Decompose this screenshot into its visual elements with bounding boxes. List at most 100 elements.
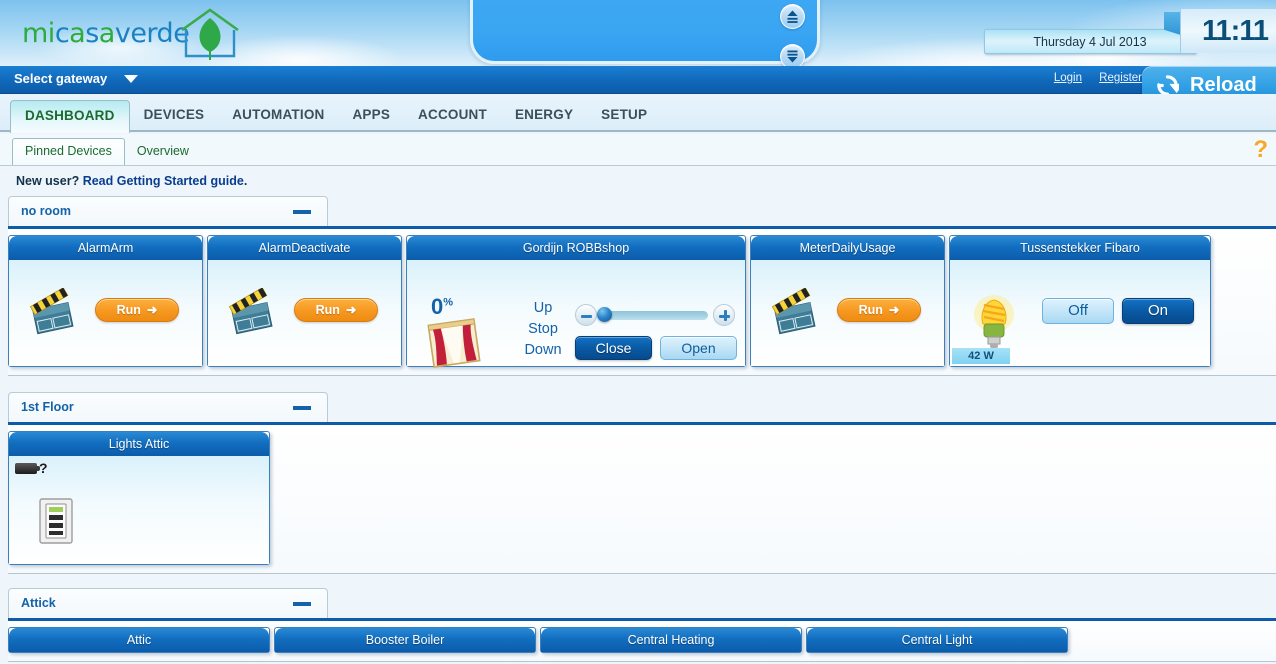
room-strip-filler: [1072, 627, 1276, 653]
tab-automation[interactable]: AUTOMATION: [218, 100, 338, 130]
room-name: Attick: [21, 596, 56, 610]
gateway-bar: Select gateway Login Register Reload: [0, 66, 1276, 104]
slider-track[interactable]: [602, 311, 708, 320]
room-section-attick: Attick Attic Booster Boiler Central Heat…: [0, 588, 1276, 662]
device-card-title: MeterDailyUsage: [751, 236, 944, 260]
clapperboard-icon: [771, 288, 816, 335]
percent-sign: %: [443, 296, 454, 309]
main-navigation: DASHBOARD DEVICES AUTOMATION APPS ACCOUN…: [0, 94, 1276, 133]
device-card-alarmarm[interactable]: AlarmArm Run ➜: [8, 235, 203, 367]
subtab-pinned-devices[interactable]: Pinned Devices: [12, 138, 125, 165]
tab-energy[interactable]: ENERGY: [501, 100, 587, 130]
login-link[interactable]: Login: [1054, 72, 1082, 84]
run-button[interactable]: Run ➜: [294, 298, 378, 322]
current-time-box: 11:11: [1180, 9, 1276, 53]
minimize-icon[interactable]: [293, 210, 311, 214]
minus-icon[interactable]: [575, 304, 597, 326]
on-button[interactable]: On: [1122, 298, 1194, 324]
main-nav-tab-list: DASHBOARD DEVICES AUTOMATION APPS ACCOUN…: [10, 100, 661, 133]
wall-switch-icon: [39, 498, 73, 544]
reload-label: Reload: [1190, 74, 1257, 96]
device-card-title: Lights Attic: [9, 432, 269, 456]
arrow-right-icon: ➜: [888, 303, 900, 317]
eject-up-icon[interactable]: [780, 4, 805, 29]
eject-down-icon[interactable]: [780, 44, 805, 66]
room-name: no room: [21, 204, 71, 218]
device-card-lights-attic[interactable]: Lights Attic ?: [8, 431, 270, 565]
tab-devices[interactable]: DEVICES: [130, 100, 219, 130]
sub-navigation: Pinned Devices Overview ?: [0, 134, 1276, 166]
room-device-strip: AlarmArm Run ➜ AlarmDeactivate Run ➜ Gor…: [8, 226, 1276, 376]
slider-knob[interactable]: [597, 307, 612, 322]
open-button[interactable]: Open: [660, 336, 737, 360]
new-user-prefix: New user?: [16, 174, 83, 188]
run-label: Run: [116, 303, 141, 317]
device-card-central-heating[interactable]: Central Heating: [540, 627, 802, 653]
device-card-body: Run ➜: [9, 260, 202, 366]
device-card-body: Run ➜: [751, 260, 944, 366]
room-device-strip: Attic Booster Boiler Central Heating Cen…: [8, 618, 1276, 662]
device-card-body: 0% Up Stop Down Close Open: [407, 260, 745, 368]
device-card-title: AlarmArm: [9, 236, 202, 260]
room-device-strip: Lights Attic ?: [8, 422, 1276, 574]
device-card-body: ?: [9, 456, 269, 564]
cover-stop-button[interactable]: Stop: [507, 319, 579, 340]
device-card-tussenstekker-fibaro[interactable]: Tussenstekker Fibaro 42 W Off On: [949, 235, 1211, 367]
getting-started-link[interactable]: Read Getting Started guide: [83, 174, 244, 188]
tab-apps[interactable]: APPS: [338, 100, 404, 130]
run-button[interactable]: Run ➜: [95, 298, 179, 322]
house-leaf-logo-icon: [181, 8, 239, 60]
cover-up-button[interactable]: Up: [507, 298, 579, 319]
room-header: Attick: [8, 588, 328, 618]
cover-command-list: Up Stop Down: [507, 298, 579, 361]
off-button[interactable]: Off: [1042, 298, 1114, 324]
device-card-attic[interactable]: Attic: [8, 627, 270, 653]
device-card-alarmdeactivate[interactable]: AlarmDeactivate Run ➜: [207, 235, 402, 367]
clapperboard-icon: [29, 288, 74, 335]
device-card-body: Run ➜: [208, 260, 401, 366]
cover-percent-value: 0: [431, 294, 444, 319]
logo-letters-mi: mi: [22, 18, 55, 49]
tab-setup[interactable]: SETUP: [587, 100, 661, 130]
arrow-right-icon: ➜: [345, 303, 357, 317]
tab-account[interactable]: ACCOUNT: [404, 100, 501, 130]
brand-logo-text: micasaverde: [22, 18, 190, 49]
device-card-meterdailyusage[interactable]: MeterDailyUsage Run ➜: [750, 235, 945, 367]
logo-letters-c: c: [54, 18, 70, 49]
lightbulb-icon: [974, 295, 1014, 348]
chevron-down-icon[interactable]: [124, 75, 138, 83]
device-card-title: Gordijn ROBBshop: [407, 236, 745, 260]
room-section-1st-floor: 1st Floor Lights Attic ?: [0, 392, 1276, 574]
minimize-icon[interactable]: [293, 602, 311, 606]
device-card-central-light[interactable]: Central Light: [806, 627, 1068, 653]
room-header: no room: [8, 196, 328, 226]
cover-level-slider[interactable]: [575, 304, 735, 326]
new-user-banner: New user? Read Getting Started guide.: [0, 166, 1276, 196]
tab-dashboard[interactable]: DASHBOARD: [10, 100, 130, 133]
logo-letters-a2: a: [98, 18, 116, 49]
room-header: 1st Floor: [8, 392, 328, 422]
device-card-title: Central Light: [807, 628, 1067, 652]
auth-links: Login Register: [1040, 72, 1142, 84]
dashboard-content: no room AlarmArm Run ➜ AlarmDeactivate R…: [0, 196, 1276, 664]
select-gateway-label[interactable]: Select gateway: [14, 71, 107, 86]
cover-down-button[interactable]: Down: [507, 340, 579, 361]
minimize-icon[interactable]: [293, 406, 311, 410]
plus-icon[interactable]: [713, 304, 735, 326]
close-button[interactable]: Close: [575, 336, 652, 360]
clapperboard-icon: [228, 288, 273, 335]
device-card-body: 42 W Off On: [950, 260, 1210, 366]
logo-letters-a1: a: [69, 18, 86, 49]
logo-letters-s: s: [85, 18, 99, 49]
curtain-icon: [427, 318, 481, 368]
arrow-right-icon: ➜: [146, 303, 158, 317]
run-button[interactable]: Run ➜: [837, 298, 921, 322]
device-card-booster-boiler[interactable]: Booster Boiler: [274, 627, 536, 653]
room-name: 1st Floor: [21, 400, 74, 414]
help-icon[interactable]: ?: [1253, 137, 1268, 163]
run-label: Run: [315, 303, 340, 317]
power-badge: 42 W: [952, 348, 1010, 364]
device-card-gordijn-robbshop[interactable]: Gordijn ROBBshop 0% Up Stop Down Close O…: [406, 235, 746, 368]
subtab-overview[interactable]: Overview: [125, 139, 201, 164]
register-link[interactable]: Register: [1099, 72, 1142, 84]
